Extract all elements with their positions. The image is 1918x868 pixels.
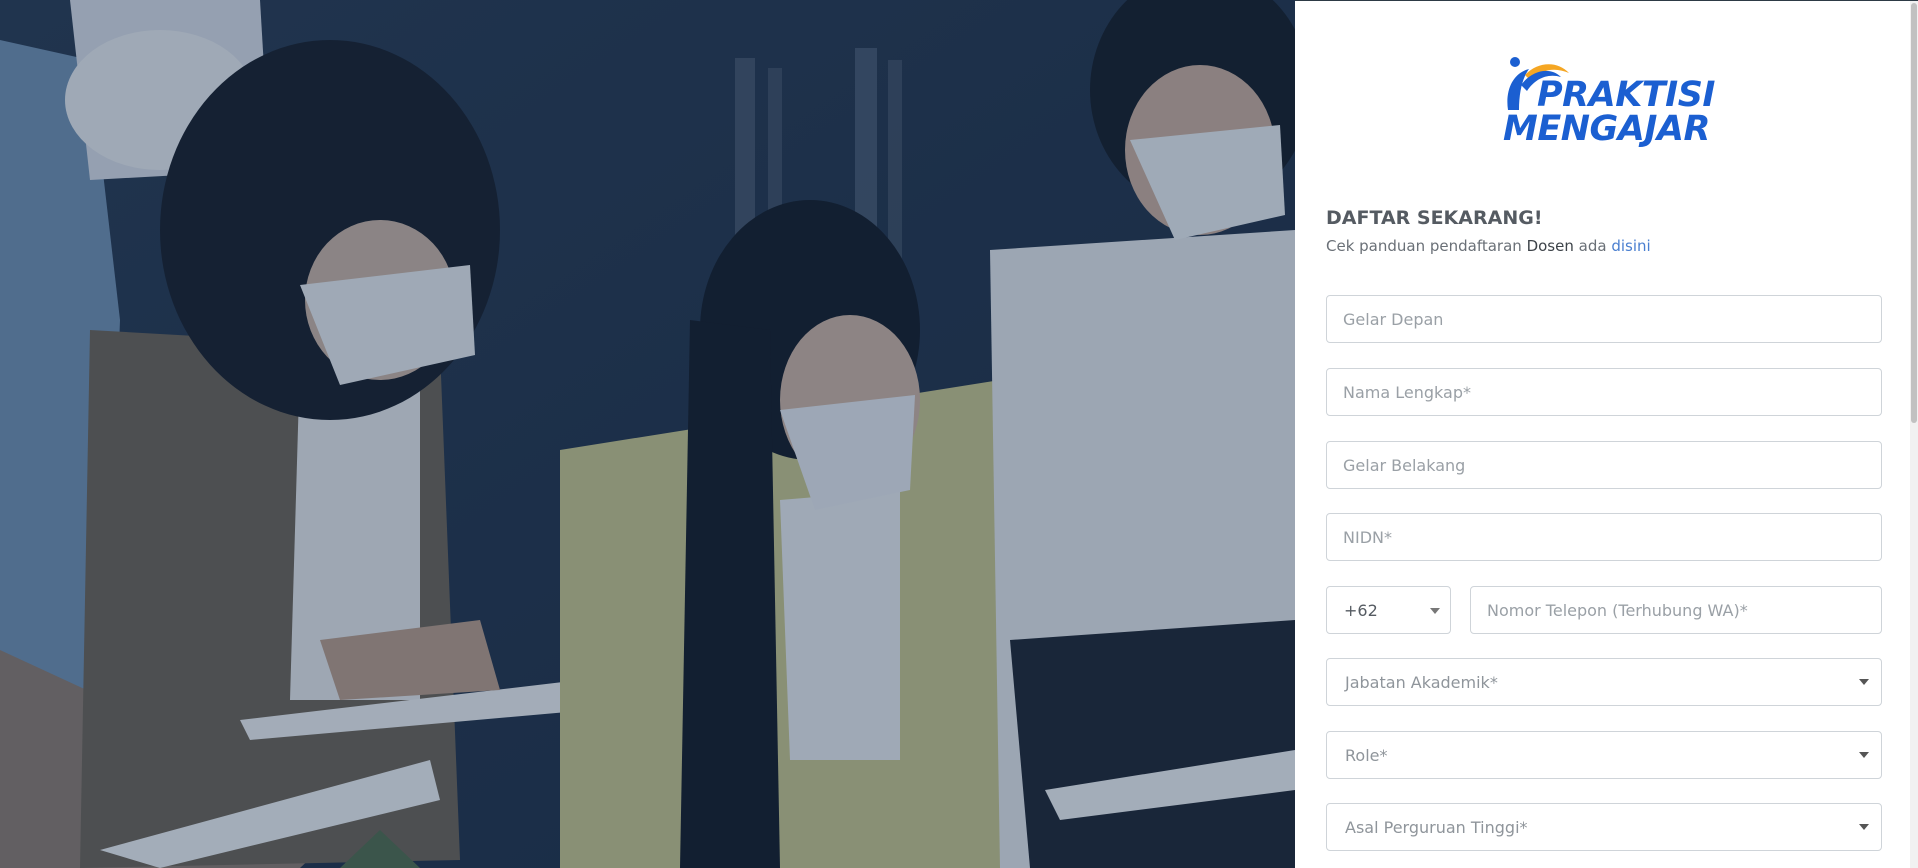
role-placeholder: Role* xyxy=(1345,745,1388,765)
chevron-down-icon xyxy=(1859,752,1869,758)
phone-code-value: +62 xyxy=(1344,600,1378,620)
chevron-down-icon xyxy=(1430,608,1440,614)
logo-text-line2: MENGAJAR xyxy=(1503,109,1710,149)
phone-number-input[interactable] xyxy=(1470,586,1882,634)
chevron-down-icon xyxy=(1859,679,1869,685)
jabatan-akademik-select[interactable]: Jabatan Akademik* xyxy=(1326,658,1882,706)
chevron-down-icon xyxy=(1859,824,1869,830)
guide-mid: ada xyxy=(1573,237,1612,255)
jabatan-akademik-placeholder: Jabatan Akademik* xyxy=(1345,672,1498,692)
guide-prefix: Cek panduan pendaftaran xyxy=(1326,237,1527,255)
asal-perguruan-tinggi-placeholder: Asal Perguruan Tinggi* xyxy=(1345,817,1528,837)
registration-guide-text: Cek panduan pendaftaran Dosen ada disini xyxy=(1326,237,1651,255)
page-scrollbar[interactable] xyxy=(1910,1,1918,868)
hero-photo xyxy=(0,0,1295,868)
role-select[interactable]: Role* xyxy=(1326,731,1882,779)
praktisi-mengajar-logo[interactable]: PRAKTISI MENGAJAR xyxy=(1503,55,1715,151)
hero-overlay xyxy=(0,0,1295,868)
guide-role: Dosen xyxy=(1526,237,1574,255)
page-title: DAFTAR SEKARANG! xyxy=(1326,207,1543,229)
phone-code-select[interactable]: +62 xyxy=(1326,586,1451,634)
gelar-depan-input[interactable] xyxy=(1326,295,1882,343)
nama-lengkap-input[interactable] xyxy=(1326,368,1882,416)
nidn-input[interactable] xyxy=(1326,513,1882,561)
guide-link[interactable]: disini xyxy=(1611,237,1650,255)
scrollbar-thumb[interactable] xyxy=(1911,3,1917,423)
registration-panel: PRAKTISI MENGAJAR DAFTAR SEKARANG! Cek p… xyxy=(1295,0,1918,868)
gelar-belakang-input[interactable] xyxy=(1326,441,1882,489)
asal-perguruan-tinggi-select[interactable]: Asal Perguruan Tinggi* xyxy=(1326,803,1882,851)
